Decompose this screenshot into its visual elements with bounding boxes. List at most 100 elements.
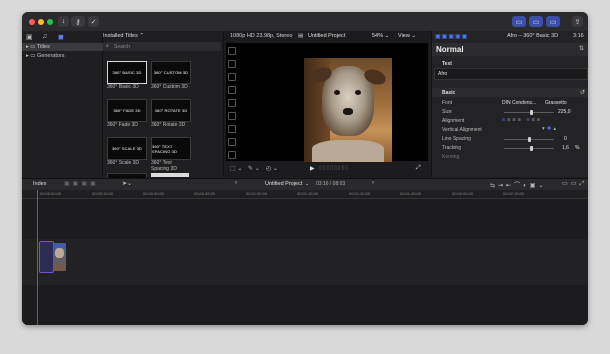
font-family-select[interactable]: DIN Condens...	[502, 100, 536, 106]
app-window: ↓ ⚷ ✓ ▭ ▭ ▭ ⇪ ▣ ♫ ◼ ▸ ▭ Titles ▸ ▭ Gener…	[22, 12, 588, 325]
layout-timeline-button[interactable]: ▭	[529, 16, 543, 27]
ruler-tick: 00:01:45:00	[400, 191, 422, 196]
title-item[interactable]: 360° FADE 3D 360° Fade 3D	[107, 99, 147, 128]
zoom-value: 54%	[372, 33, 384, 39]
layout-inspector-button[interactable]: ▭	[546, 16, 560, 27]
viewer: 1080p HD 23.98p, Stereo ▤ Untitled Proje…	[224, 31, 430, 177]
alignment-buttons[interactable]: ≡≡≡≡ ≡≡≡	[502, 117, 542, 123]
background-tasks-button[interactable]: ✓	[88, 16, 99, 27]
timeline-area[interactable]	[22, 199, 588, 325]
reset-icon[interactable]: ↺	[580, 89, 585, 96]
size-label: Size	[442, 109, 452, 115]
ruler-tick: 00:01:30:00	[349, 191, 371, 196]
chevron-down-icon: ⌄	[411, 33, 416, 39]
line-spacing-value[interactable]: 0	[564, 136, 567, 142]
layout-library-button[interactable]: ▭	[512, 16, 526, 27]
inspector-title: Afro – 360° Basic 3D	[507, 33, 559, 39]
browser-header[interactable]: Installed Titles ⌃	[103, 33, 144, 39]
title-thumbnail: 360° CUSTOM 3D	[151, 61, 191, 84]
photos-icon[interactable]: ▣	[26, 33, 33, 41]
chevron-right-icon[interactable]: ›	[372, 180, 374, 186]
layout-icon: ▭	[549, 18, 557, 26]
line-spacing-knob[interactable]	[528, 137, 531, 142]
check-circle-icon: ✓	[90, 18, 97, 26]
line-spacing-label: Line Spacing	[442, 136, 471, 142]
ruler-tick: 00:01:00:00	[246, 191, 268, 196]
style-header: Normal ⇅	[432, 43, 588, 56]
fullscreen-icon[interactable]: ⤢	[416, 165, 421, 172]
font-style-select[interactable]: Grassetto	[545, 100, 567, 106]
ruler-tick: 00:00:30:00	[143, 191, 165, 196]
title-thumbnail-partial	[151, 173, 189, 177]
basic-section-header[interactable]: Basic ↺	[432, 88, 588, 97]
kerning-label: Kerning	[442, 154, 460, 160]
title-item[interactable]: 360° BASIC 3D 360° Basic 3D	[107, 61, 147, 90]
text-field[interactable]: Afro	[434, 68, 588, 80]
title-thumbnail: 360° ROTATE 3D	[151, 99, 191, 122]
title-caption: 360° Basic 3D	[107, 84, 139, 90]
title-clip[interactable]	[39, 241, 54, 273]
titles-generators-icon[interactable]: ◼	[58, 33, 64, 41]
title-thumbnail: 360° SCALE 3D	[107, 137, 147, 160]
title-caption: 360° Rotate 3D	[151, 122, 186, 128]
share-button[interactable]: ⇪	[572, 16, 583, 27]
search-field[interactable]: ⌕ Search	[103, 42, 221, 51]
primary-storyline	[22, 239, 588, 285]
size-value[interactable]: 225,0	[558, 109, 571, 115]
updown-icon[interactable]: ⇅	[579, 45, 584, 52]
layout-icon: ▭	[515, 18, 523, 26]
format-label: 1080p HD 23.98p, Stereo	[230, 33, 293, 39]
arrow-down-icon: ↓	[61, 18, 66, 25]
disclosure-icon: ▸ ▭	[26, 44, 37, 50]
zoom-window-button[interactable]	[47, 18, 53, 25]
view-menu[interactable]: View ⌄	[398, 33, 416, 39]
timeline-project-name[interactable]: Untitled Project	[265, 181, 302, 187]
chevron-left-icon[interactable]: ‹	[235, 180, 237, 186]
timeline-view-icon[interactable]: ▭▭⤢	[562, 180, 587, 188]
title-item[interactable]: 360° CUSTOM 3D 360° Custom 3D	[151, 61, 197, 90]
title-item[interactable]: 360° SCALE 3D 360° Scale 3D	[107, 137, 147, 166]
tracking-knob[interactable]	[530, 146, 533, 151]
effects-tool-icon[interactable]: ✎ ⌄	[248, 165, 260, 172]
speed-tool-icon[interactable]: ◴ ⌄	[266, 165, 278, 172]
transform-tool-icon[interactable]: ⬚ ⌄	[230, 165, 242, 172]
view-label: View	[398, 33, 410, 39]
clip-tools-icon[interactable]: ▣▣▣▣	[64, 180, 99, 187]
layout-icon: ▭	[532, 18, 540, 26]
timeline-timecode: 03:16 / 08:03	[316, 181, 346, 187]
inspector-duration: 3:16	[573, 33, 584, 39]
vertical-alignment-buttons[interactable]: ▾✚▴	[542, 126, 558, 132]
play-button[interactable]: ▶	[310, 165, 315, 172]
music-icon[interactable]: ♫	[42, 33, 47, 40]
import-button[interactable]: ↓	[58, 16, 69, 27]
size-slider[interactable]	[504, 112, 554, 113]
title-item[interactable]: 360° ROTATE 3D 360° Rotate 3D	[151, 99, 197, 128]
playhead[interactable]	[37, 190, 38, 325]
sidebar-item-generators[interactable]: ▸ ▭ Generators	[22, 52, 106, 60]
inspector-tab-icons[interactable]: ▣▣▣▣▣	[435, 33, 473, 40]
size-slider-knob[interactable]	[530, 110, 533, 115]
video-clip[interactable]	[53, 243, 66, 271]
select-tool-icon[interactable]: ➤⌄	[122, 180, 132, 187]
video-frame	[304, 58, 392, 162]
ruler-tick: 00:02:15:00	[503, 191, 525, 196]
viewer-project-name: Untitled Project	[308, 33, 346, 39]
titles-browser: Installed Titles ⌃ ⌕ Search 360° BASIC 3…	[103, 31, 224, 179]
title-caption: 360° Text Spacing 3D	[151, 160, 177, 172]
search-icon: ⌕	[106, 43, 109, 49]
timeline-options-icon[interactable]: ⇆⇥⇤⌒◐▣⌄	[490, 180, 546, 189]
index-button[interactable]: Index	[33, 181, 46, 187]
minimize-window-button[interactable]	[38, 18, 44, 25]
inspector: ▣▣▣▣▣ Afro – 360° Basic 3D 3:16 Normal ⇅…	[431, 31, 588, 177]
tracking-value[interactable]: 1,6	[562, 145, 569, 151]
timeline-ruler[interactable]: 00:00:00:00 00:00:15:00 00:00:30:00 00:0…	[22, 190, 588, 199]
title-item[interactable]: 360° TEXT SPACING 3D 360° Text Spacing 3…	[151, 137, 191, 172]
sidebar-item-titles[interactable]: ▸ ▭ Titles	[22, 43, 106, 51]
tracking-slider[interactable]	[504, 148, 554, 149]
alignment-label: Alignment	[442, 118, 465, 124]
guide-markers	[228, 47, 236, 159]
zoom-menu[interactable]: 54% ⌄	[372, 33, 389, 39]
close-window-button[interactable]	[29, 18, 35, 25]
font-label: Font	[442, 100, 453, 106]
keywords-button[interactable]: ⚷	[71, 16, 85, 27]
